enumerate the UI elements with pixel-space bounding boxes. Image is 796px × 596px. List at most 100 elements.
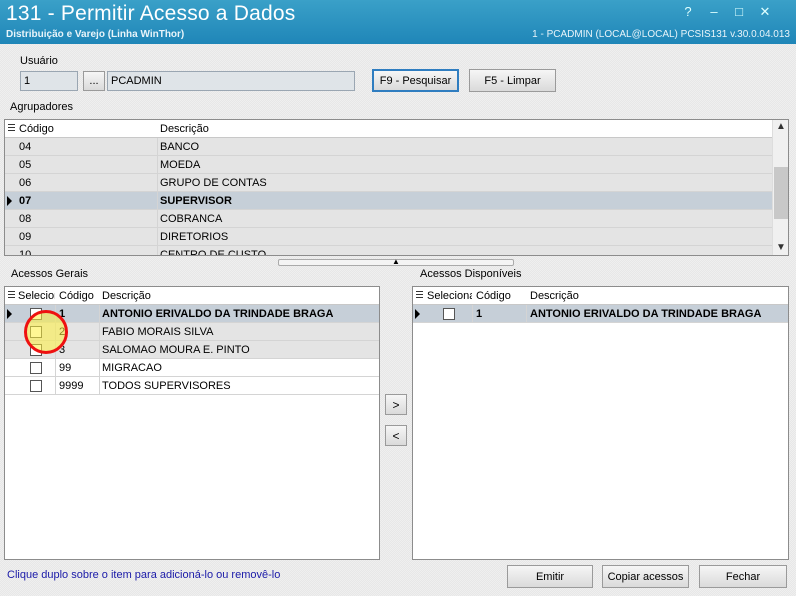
cell-codigo: 1 [59, 308, 66, 320]
agrupadores-label: Agrupadores [10, 101, 73, 113]
column-divider [99, 341, 100, 358]
col-descricao-header[interactable]: Descrição [102, 290, 151, 302]
column-divider [99, 359, 100, 376]
minimize-icon[interactable]: – [706, 4, 722, 20]
cell-descricao: MIGRACAO [102, 362, 162, 374]
column-divider [99, 377, 100, 394]
cell-descricao: GRUPO DE CONTAS [160, 177, 267, 189]
fechar-button[interactable]: Fechar [699, 565, 787, 588]
cell-descricao: ANTONIO ERIVALDO DA TRINDADE BRAGA [102, 308, 334, 320]
pesquisar-button[interactable]: F9 - Pesquisar [372, 69, 459, 92]
current-row-arrow-icon [7, 196, 12, 206]
acessos-disponiveis-grid: Seleciona Código Descrição 1 ANTONIO ERIV… [412, 286, 789, 560]
table-row[interactable]: 07 SUPERVISOR [5, 192, 772, 210]
title-bar: 131 - Permitir Acesso a Dados Distribuiç… [0, 0, 796, 44]
emitir-button[interactable]: Emitir [507, 565, 593, 588]
add-access-button[interactable]: > [385, 394, 407, 415]
row-checkbox[interactable] [30, 380, 42, 392]
cell-descricao: CENTRO DE CUSTO [160, 249, 267, 256]
table-row[interactable]: 09 DIRETORIOS [5, 228, 772, 246]
column-divider [157, 192, 158, 209]
scroll-up-icon[interactable]: ▲ [773, 120, 788, 134]
agrupadores-rows: 04 BANCO 05 MOEDA 06 GRUPO DE CONTAS 07 SUPERVI… [5, 138, 772, 256]
cell-descricao: COBRANCA [160, 213, 223, 225]
cell-codigo: 99 [59, 362, 72, 374]
splitter-chevron-icon: ▲ [392, 257, 400, 266]
cell-codigo: 08 [19, 213, 32, 225]
table-row[interactable]: 9999 TODOS SUPERVISORES [5, 377, 379, 395]
limpar-button[interactable]: F5 - Limpar [469, 69, 556, 92]
column-divider [157, 138, 158, 155]
scroll-thumb[interactable] [774, 167, 788, 219]
cell-descricao: BANCO [160, 141, 200, 153]
table-row[interactable]: 99 MIGRACAO [5, 359, 379, 377]
column-divider [157, 156, 158, 173]
usuario-name-field[interactable]: PCADMIN [107, 71, 355, 91]
col-descricao-header[interactable]: Descrição [160, 123, 209, 135]
cell-codigo: 1 [476, 308, 483, 320]
col-codigo-header[interactable]: Código [476, 290, 511, 302]
window-title: 131 - Permitir Acesso a Dados [6, 2, 296, 25]
current-row-arrow-icon [415, 309, 420, 319]
table-row[interactable]: 08 COBRANCA [5, 210, 772, 228]
remove-access-button[interactable]: < [385, 425, 407, 446]
column-divider [99, 323, 100, 340]
column-divider [157, 228, 158, 245]
connection-info: 1 - PCADMIN (LOCAL@LOCAL) PCSIS131 v.30.… [532, 29, 790, 40]
copiar-acessos-button[interactable]: Copiar acessos [602, 565, 689, 588]
agrupadores-grid: Código Descrição 04 BANCO 05 MOEDA 06 GRUPO D… [4, 119, 789, 256]
maximize-icon[interactable]: □ [731, 4, 747, 20]
acessos-gerais-header: Selecion Código Descrição [5, 287, 379, 305]
splitter-handle[interactable]: ▲ [278, 257, 514, 266]
grid-menu-icon[interactable] [416, 291, 423, 300]
scroll-down-icon[interactable]: ▼ [773, 241, 788, 255]
cell-codigo: 06 [19, 177, 32, 189]
col-descricao-header[interactable]: Descrição [530, 290, 579, 302]
col-selecionar-header[interactable]: Seleciona [427, 290, 472, 302]
column-divider [55, 377, 56, 394]
acessos-disponiveis-rows: 1 ANTONIO ERIVALDO DA TRINDADE BRAGA [413, 305, 788, 323]
highlight-circle [24, 310, 68, 354]
agrupadores-scrollbar[interactable]: ▲ ▼ [772, 120, 788, 255]
help-icon[interactable]: ? [680, 4, 696, 20]
column-divider [157, 174, 158, 191]
grid-menu-icon[interactable] [8, 124, 15, 133]
column-divider [55, 359, 56, 376]
table-row[interactable]: 04 BANCO [5, 138, 772, 156]
cell-descricao: SUPERVISOR [160, 195, 232, 207]
cell-codigo: 09 [19, 231, 32, 243]
cell-codigo: 9999 [59, 380, 84, 392]
acessos-disponiveis-label: Acessos Disponíveis [420, 268, 522, 280]
usuario-label: Usuário [20, 55, 58, 67]
window-subtitle: Distribuição e Varejo (Linha WinThor) [6, 29, 185, 40]
cell-descricao: FABIO MORAIS SILVA [102, 326, 214, 338]
agrupadores-header: Código Descrição [5, 120, 788, 138]
current-row-arrow-icon [7, 309, 12, 319]
row-checkbox[interactable] [30, 362, 42, 374]
column-divider [526, 305, 527, 322]
cell-descricao: ANTONIO ERIVALDO DA TRINDADE BRAGA [530, 308, 762, 320]
table-row[interactable]: 05 MOEDA [5, 156, 772, 174]
row-checkbox[interactable] [443, 308, 455, 320]
cell-codigo: 3 [59, 344, 66, 356]
table-row[interactable]: 10 CENTRO DE CUSTO [5, 246, 772, 256]
cell-codigo: 04 [19, 141, 32, 153]
table-row[interactable]: 06 GRUPO DE CONTAS [5, 174, 772, 192]
table-row[interactable]: 1 ANTONIO ERIVALDO DA TRINDADE BRAGA [413, 305, 788, 323]
usuario-lookup-button[interactable]: ... [83, 71, 105, 91]
usuario-code-field[interactable]: 1 [20, 71, 78, 91]
column-divider [157, 210, 158, 227]
cell-codigo: 10 [19, 249, 32, 256]
column-divider [472, 305, 473, 322]
grid-menu-icon[interactable] [8, 291, 15, 300]
cell-descricao: MOEDA [160, 159, 201, 171]
col-codigo-header[interactable]: Código [19, 123, 54, 135]
col-codigo-header[interactable]: Código [59, 290, 94, 302]
close-icon[interactable]: ✕ [757, 4, 773, 20]
acessos-gerais-label: Acessos Gerais [11, 268, 89, 280]
cell-codigo: 07 [19, 195, 32, 207]
cell-codigo: 05 [19, 159, 32, 171]
cell-descricao: SALOMAO MOURA E. PINTO [102, 344, 250, 356]
acessos-disponiveis-header: Seleciona Código Descrição [413, 287, 788, 305]
col-selecionar-header[interactable]: Selecion [18, 290, 55, 302]
